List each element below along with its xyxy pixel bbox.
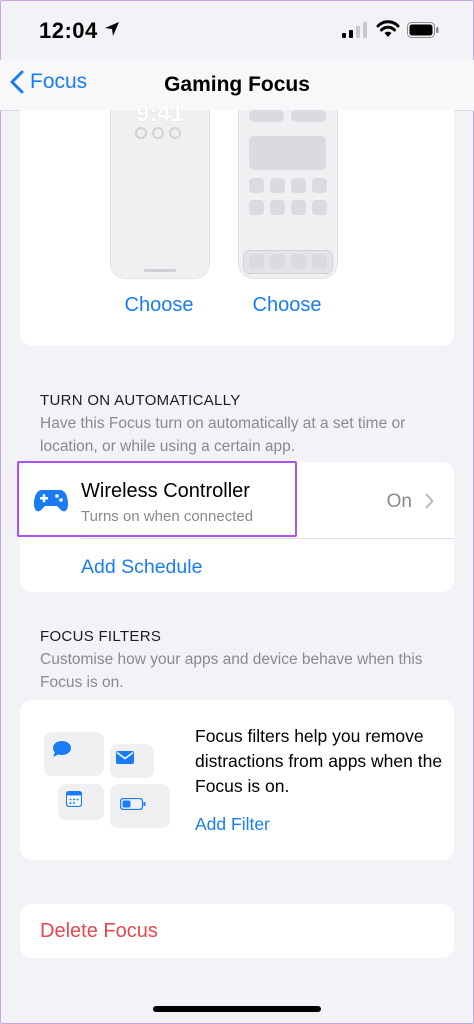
location-arrow-icon [104,21,120,42]
lock-screen-time: 9:41 [135,100,185,127]
home-screen-preview[interactable] [238,110,338,279]
delete-focus-card: Delete Focus [20,904,454,958]
lock-screen-choose-button[interactable]: Choose [99,294,219,317]
section-header-focus-filters: FOCUS FILTERS [40,628,162,645]
battery-low-icon [120,798,146,810]
filter-tile-messages [44,732,104,776]
calendar-icon [66,791,82,807]
cellular-signal-icon [342,22,368,43]
add-filter-button[interactable]: Add Filter [195,814,270,835]
lock-screen-preview[interactable]: 9:41 [110,100,210,279]
wifi-icon [376,20,400,43]
page-title: Gaming Focus [164,73,310,96]
row-divider [81,538,454,539]
home-indicator[interactable] [153,1006,321,1012]
status-time: 12:04 [39,18,98,43]
battery-icon [407,22,439,43]
focus-filters-card: Focus filters help you remove distractio… [20,700,454,860]
section-description-focus-filters: Customise how your apps and device behav… [40,651,423,691]
filter-tile-calendar [58,784,104,820]
filter-tile-battery [110,784,170,828]
highlight-box [17,461,297,537]
add-schedule-button[interactable]: Add Schedule [81,556,202,579]
preview-home-indicator [144,269,176,272]
home-screen-choose-button[interactable]: Choose [227,294,347,317]
chevron-right-icon [425,493,434,514]
section-description-turn-on-automatically: Have this Focus turn on automatically at… [40,415,406,455]
status-bar: 12:04 [0,0,474,60]
customize-screens-card: 9:41 Choose Choose [20,100,454,346]
delete-focus-button[interactable]: Delete Focus [40,920,158,943]
navigation-bar: Focus Gaming Focus [0,60,474,111]
message-bubble-icon [53,741,71,757]
mail-icon [116,751,134,764]
focus-filters-info-text: Focus filters help you remove distractio… [195,726,443,796]
automation-status: On [386,491,412,512]
lock-screen-widgets [135,127,181,139]
filter-tile-mail [110,744,154,778]
section-header-turn-on-automatically: TURN ON AUTOMATICALLY [40,392,241,409]
